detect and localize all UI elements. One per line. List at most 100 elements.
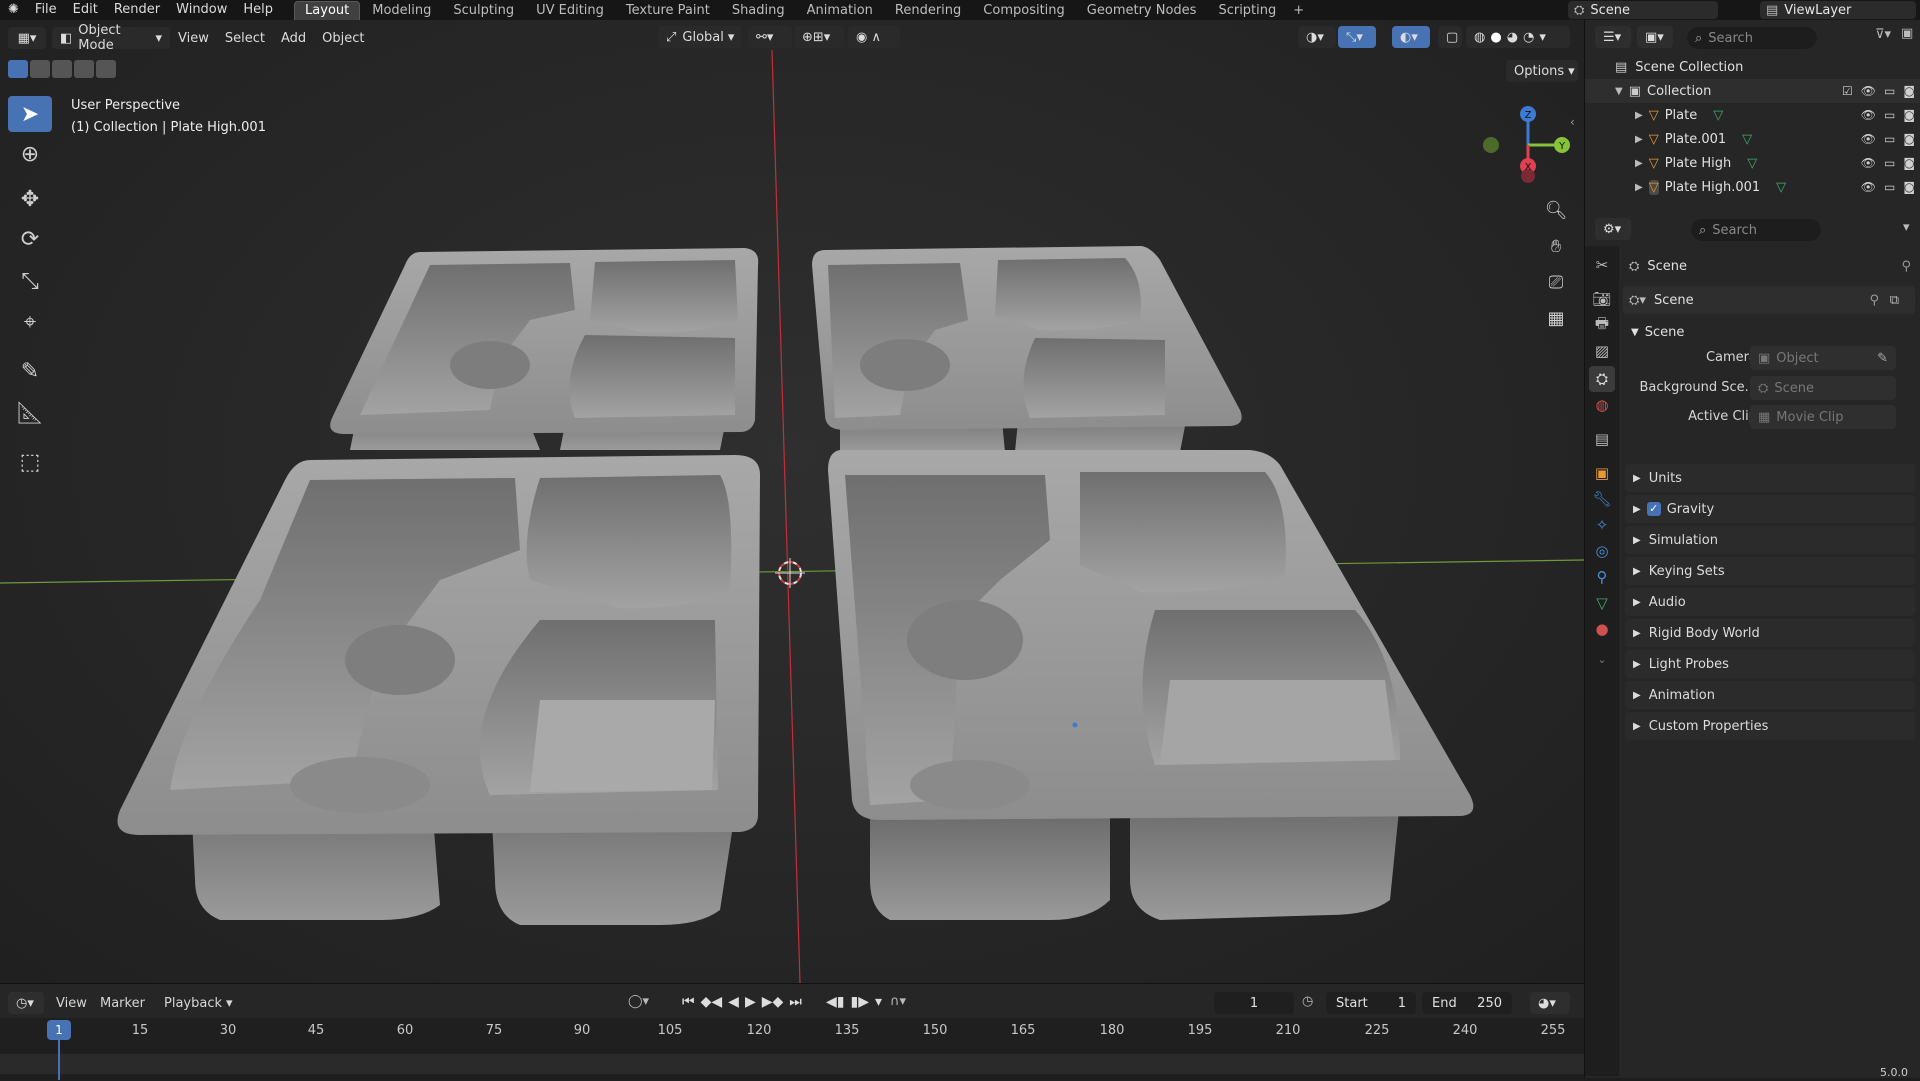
scene-selector[interactable]: ⛭ Scene <box>1568 1 1718 19</box>
monitor-icon[interactable]: ▭ <box>1884 156 1895 170</box>
tab-uv-editing[interactable]: UV Editing <box>526 2 614 20</box>
scene-panel-header[interactable]: ▼ Scene <box>1625 318 1917 346</box>
timeline-menu-playback[interactable]: Playback ▾ <box>164 996 233 1011</box>
eye-icon[interactable]: 👁︎ <box>1861 132 1876 146</box>
next-frame-icon[interactable]: ▮▶ <box>850 994 868 1010</box>
tab-texture-paint[interactable]: Texture Paint <box>616 2 720 20</box>
data-tab-icon[interactable]: ▽ <box>1589 590 1615 616</box>
camera-icon[interactable]: ◙ <box>1903 180 1915 194</box>
gravity-checkbox-icon[interactable]: ✓ <box>1646 502 1661 516</box>
tab-shading[interactable]: Shading <box>722 2 795 20</box>
collection-tab-icon[interactable]: ▤ <box>1589 426 1615 452</box>
new-collection-icon[interactable]: ▣ <box>1901 26 1913 41</box>
active-clip-field[interactable]: ▦ Movie Clip <box>1750 405 1896 429</box>
tab-scripting[interactable]: Scripting <box>1208 2 1286 20</box>
menu-help[interactable]: Help <box>235 0 281 20</box>
outliner-editor-type-icon[interactable]: ☰▾ <box>1595 26 1631 48</box>
timeline-options-icon[interactable]: ◕▾ <box>1530 992 1570 1014</box>
play-reverse-icon[interactable]: ◀ <box>728 994 739 1010</box>
section-gravity[interactable]: ▶ ✓ Gravity <box>1625 495 1915 523</box>
tab-sculpting[interactable]: Sculpting <box>443 2 524 20</box>
object-tab-icon[interactable]: ▣ <box>1589 460 1615 486</box>
jump-end-icon[interactable]: ⏭ <box>789 994 802 1010</box>
start-frame-field[interactable]: Start 1 <box>1326 992 1416 1014</box>
section-light-probes[interactable]: ▶ Light Probes <box>1625 650 1915 678</box>
monitor-icon[interactable]: ▭ <box>1884 84 1895 98</box>
chevron-right-icon[interactable]: ▶ <box>1635 110 1643 121</box>
view-layer-selector[interactable]: ▤ ViewLayer <box>1760 1 1916 19</box>
sidebar-toggle-icon[interactable]: ‹ <box>1570 115 1575 129</box>
menu-window[interactable]: Window <box>168 0 235 20</box>
properties-search-input[interactable]: ⌕ Search <box>1691 219 1821 241</box>
section-simulation[interactable]: ▶ Simulation <box>1625 526 1915 554</box>
camera-icon[interactable]: ◙ <box>1903 84 1915 98</box>
world-tab-icon[interactable]: ◍ <box>1589 392 1615 418</box>
material-tab-icon[interactable]: ● <box>1589 616 1615 642</box>
tab-layout[interactable]: Layout <box>294 0 361 21</box>
camera-field[interactable]: ▣ Object ✎ <box>1750 346 1896 370</box>
constraints-tab-icon[interactable]: ⚲ <box>1589 564 1615 590</box>
chevron-right-icon[interactable]: ▶ <box>1635 134 1643 145</box>
outliner-row-plate-high[interactable]: ▶ ▽ Plate High ▽ 👁︎ ▭ ◙ <box>1585 151 1920 175</box>
plate-front-left[interactable] <box>117 455 761 925</box>
pan-hand-icon[interactable]: ✋︎ <box>1541 231 1571 261</box>
camera-icon[interactable]: ◙ <box>1903 156 1915 170</box>
chevron-down-icon[interactable]: ▾ <box>1903 220 1910 235</box>
display-mode-icon[interactable]: ▣▾ <box>1637 26 1673 48</box>
section-keying-sets[interactable]: ▶ Keying Sets <box>1625 557 1915 585</box>
plate-back-right[interactable] <box>812 246 1242 452</box>
background-scene-field[interactable]: ⛭ Scene <box>1750 376 1896 400</box>
monitor-icon[interactable]: ▭ <box>1884 180 1895 194</box>
more-tabs-icon[interactable]: ⌄ <box>1589 646 1615 672</box>
particles-tab-icon[interactable]: ✧ <box>1589 512 1615 538</box>
menu-render[interactable]: Render <box>106 0 168 20</box>
properties-editor-type-icon[interactable]: ⚙▾ <box>1595 218 1631 240</box>
add-workspace-button[interactable]: + <box>1287 3 1310 18</box>
camera-icon[interactable]: ◙ <box>1903 108 1915 122</box>
play-icon[interactable]: ▶ <box>745 994 756 1010</box>
next-keyframe-icon[interactable]: ▶◆ <box>762 994 784 1010</box>
outliner-row-collection[interactable]: ▼ ▣ Collection ☑ 👁︎ ▭ ◙ <box>1585 79 1920 103</box>
fake-user-icon[interactable]: ⚲ <box>1869 293 1879 308</box>
eye-icon[interactable]: 👁︎ <box>1861 156 1876 170</box>
eye-icon[interactable]: 👁︎ <box>1861 180 1876 194</box>
checkbox-icon[interactable]: ☑ <box>1842 84 1853 98</box>
timeline-channel[interactable] <box>0 1054 1584 1074</box>
chevron-right-icon[interactable]: ▶ <box>1635 182 1643 193</box>
view-layer-tab-icon[interactable]: ▨ <box>1589 338 1615 364</box>
camera-view-icon[interactable]: ⎚ <box>1541 267 1571 297</box>
eye-icon[interactable]: 👁︎ <box>1861 108 1876 122</box>
chevron-right-icon[interactable]: ▶ <box>1635 158 1643 169</box>
3d-cursor-icon[interactable] <box>775 558 805 588</box>
section-units[interactable]: ▶ Units <box>1625 464 1915 492</box>
outliner-row-plate-001[interactable]: ▶ ▽ Plate.001 ▽ 👁︎ ▭ ◙ <box>1585 127 1920 151</box>
menu-file[interactable]: File <box>27 0 65 20</box>
camera-icon[interactable]: ◙ <box>1903 132 1915 146</box>
playhead[interactable]: 1 <box>47 1020 71 1040</box>
current-frame-field[interactable]: 1 <box>1214 992 1294 1014</box>
outliner-row-plate[interactable]: ▶ ▽ Plate ▽ 👁︎ ▭ ◙ <box>1585 103 1920 127</box>
prev-frame-icon[interactable]: ◀▮ <box>826 994 844 1010</box>
eyedropper-icon[interactable]: ✎ <box>1877 351 1888 366</box>
3d-viewport[interactable]: ▦▾ ◧ Object Mode ▾ View Select Add Object … <box>0 20 1584 983</box>
plate-back-left[interactable] <box>330 248 759 450</box>
stopwatch-icon[interactable]: ◷ <box>1302 994 1313 1009</box>
timeline-menu-marker[interactable]: Marker <box>100 996 145 1011</box>
render-tab-icon[interactable]: 📷︎ <box>1589 286 1615 312</box>
eye-icon[interactable]: 👁︎ <box>1861 84 1876 98</box>
section-animation[interactable]: ▶ Animation <box>1625 681 1915 709</box>
end-frame-field[interactable]: End 250 <box>1422 992 1512 1014</box>
jump-start-icon[interactable]: ⏮ <box>682 994 695 1010</box>
tab-compositing[interactable]: Compositing <box>973 2 1075 20</box>
output-tab-icon[interactable]: 🖶︎ <box>1589 312 1615 338</box>
scene-datablock[interactable]: ⛭▾ Scene ⚲ ⧉ <box>1623 286 1915 314</box>
tab-animation[interactable]: Animation <box>797 2 883 20</box>
section-custom-properties[interactable]: ▶ Custom Properties <box>1625 712 1915 740</box>
zoom-icon[interactable]: 🔍︎ <box>1541 195 1571 225</box>
blender-logo-icon[interactable]: ✺ <box>0 0 27 20</box>
scene-tab-icon[interactable]: ⛭ <box>1589 366 1615 392</box>
timeline-editor-type-icon[interactable]: ◷▾ <box>8 992 44 1014</box>
plate-front-right[interactable] <box>828 450 1474 920</box>
auto-keying-icon[interactable]: ◯▾ <box>628 994 649 1009</box>
monitor-icon[interactable]: ▭ <box>1884 132 1895 146</box>
